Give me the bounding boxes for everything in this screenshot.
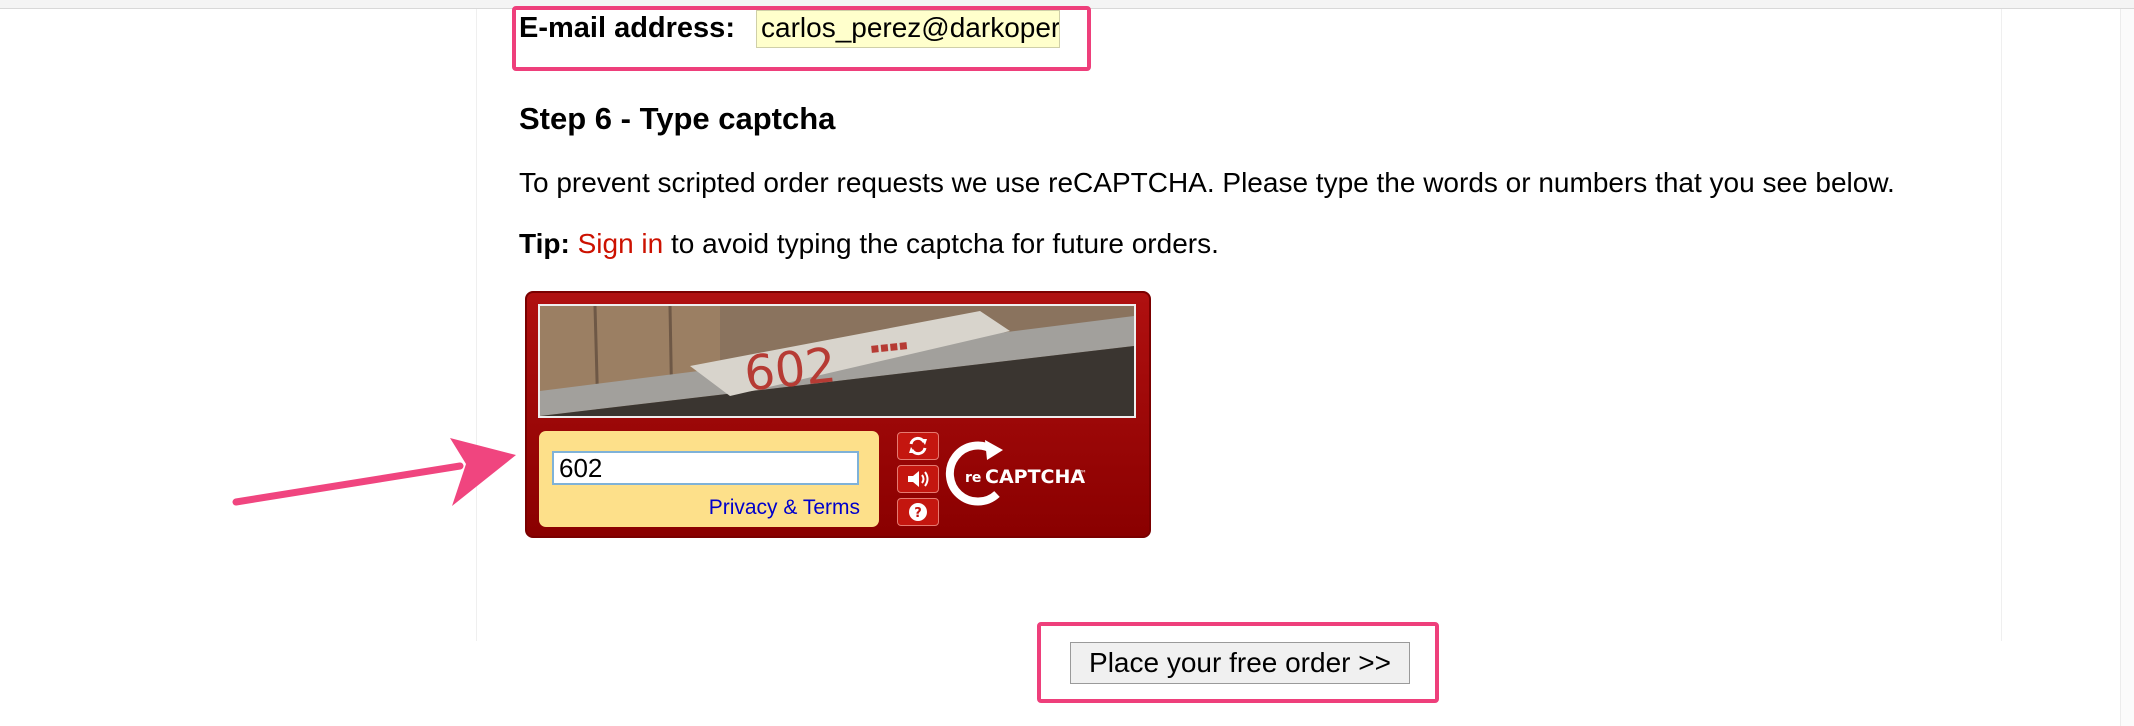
captcha-image-text: 602 — [742, 337, 839, 402]
tip-text: Tip: Sign in to avoid typing the captcha… — [519, 227, 1219, 261]
sign-in-link[interactable]: Sign in — [578, 228, 664, 259]
tip-rest: to avoid typing the captcha for future o… — [663, 228, 1219, 259]
tip-label: Tip: — [519, 228, 570, 259]
place-order-button[interactable]: Place your free order >> — [1070, 642, 1410, 684]
captcha-input[interactable] — [552, 451, 859, 485]
svg-text:re: re — [965, 470, 981, 486]
arrow-annotation-icon — [232, 438, 516, 506]
captcha-description: To prevent scripted order requests we us… — [519, 167, 1895, 198]
recaptcha-logo: re CAPTCHA ™ — [945, 436, 1095, 514]
svg-text:™: ™ — [1079, 469, 1087, 478]
captcha-image: 602 ▪▪▪▪ — [538, 304, 1136, 418]
scrollbar[interactable] — [2120, 9, 2134, 726]
svg-text:CAPTCHA: CAPTCHA — [985, 466, 1085, 488]
email-field[interactable]: carlos_perez@darkopera — [756, 10, 1060, 48]
step-title: Step 6 - Type captcha — [519, 101, 836, 136]
email-label: E-mail address: — [519, 12, 735, 44]
speaker-icon[interactable] — [897, 465, 939, 493]
captcha-answer-area: Privacy & Terms — [539, 431, 879, 527]
help-icon[interactable]: ? — [897, 498, 939, 526]
recaptcha-widget: 602 ▪▪▪▪ Privacy & Terms ? re CAPTCHA ™ — [525, 291, 1151, 538]
svg-text:?: ? — [914, 506, 922, 521]
privacy-terms-link[interactable]: Privacy & Terms — [709, 496, 860, 520]
refresh-icon[interactable] — [897, 432, 939, 460]
